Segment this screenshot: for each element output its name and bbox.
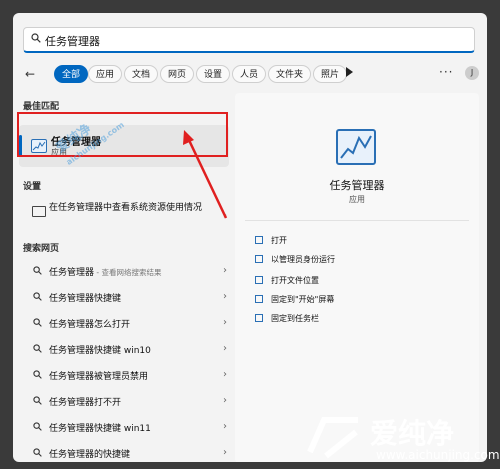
best-match-heading: 最佳匹配	[23, 102, 60, 112]
chevron-right-icon[interactable]: ›	[223, 395, 227, 406]
search-icon	[31, 33, 41, 43]
chevron-right-icon[interactable]: ›	[223, 291, 227, 302]
web-search-heading: 搜索网页	[23, 244, 60, 254]
search-icon	[33, 396, 42, 405]
web-result-item[interactable]: 任务管理器快捷键 win11 ›	[19, 417, 229, 439]
back-arrow-icon[interactable]: ←	[25, 67, 35, 81]
chevron-right-icon[interactable]: ›	[223, 265, 227, 276]
search-icon	[33, 318, 42, 327]
divider	[245, 220, 469, 221]
web-result-label: 任务管理器快捷键 win11	[49, 424, 151, 434]
detail-subtitle: 应用	[349, 195, 365, 204]
search-icon	[33, 370, 42, 379]
chevron-right-icon[interactable]: ›	[223, 343, 227, 354]
filter-folders[interactable]: 文件夹	[268, 65, 312, 83]
annotation-arrow	[183, 130, 228, 219]
search-icon	[33, 266, 42, 275]
avatar[interactable]: J	[465, 66, 479, 80]
brand-logo-icon	[307, 417, 358, 459]
web-result-item[interactable]: 任务管理器快捷键 ›	[19, 287, 229, 309]
more-options-icon[interactable]: ···	[439, 65, 453, 79]
watermark-logo: 爱纯净 www.aichunjing.com	[300, 408, 500, 466]
search-icon	[33, 344, 42, 353]
search-icon	[33, 422, 42, 431]
filter-apps[interactable]: 应用	[88, 65, 123, 83]
shield-icon	[255, 255, 263, 263]
search-box[interactable]: 任务管理器	[23, 27, 475, 53]
start-search-panel: 任务管理器 ← 全部 应用 文档 网页 设置 人员 文件夹 照片 ··· J 最…	[13, 13, 487, 462]
watermark-url: www.aichunjing.com	[376, 448, 500, 462]
web-result-label: 任务管理器被管理员禁用	[49, 372, 149, 382]
folder-icon	[255, 276, 263, 284]
search-input[interactable]: 任务管理器	[45, 33, 100, 49]
filter-documents[interactable]: 文档	[124, 65, 159, 83]
filter-web[interactable]: 网页	[160, 65, 195, 83]
web-result-label: 任务管理器快捷键	[49, 294, 122, 304]
web-result-item[interactable]: 任务管理器 - 查看网络搜索结果 ›	[19, 261, 229, 283]
chevron-right-icon[interactable]: ›	[223, 369, 227, 380]
filter-photos[interactable]: 照片	[313, 65, 348, 83]
more-filters-play-icon[interactable]	[346, 67, 353, 77]
search-icon	[33, 292, 42, 301]
settings-heading: 设置	[23, 182, 42, 192]
web-result-item[interactable]: 任务管理器打不开 ›	[19, 391, 229, 413]
web-result-label: 任务管理器快捷键 win10	[49, 346, 151, 356]
filter-people[interactable]: 人员	[232, 65, 267, 83]
monitor-icon	[32, 206, 46, 217]
search-icon	[33, 448, 42, 457]
filter-bar: ← 全部 应用 文档 网页 设置 人员 文件夹 照片 ··· J	[21, 65, 481, 85]
chevron-right-icon[interactable]: ›	[223, 317, 227, 328]
pin-icon	[255, 295, 263, 303]
web-result-item[interactable]: 任务管理器快捷键 win10 ›	[19, 339, 229, 361]
web-result-label: 任务管理器的快捷键	[49, 450, 131, 460]
filter-all[interactable]: 全部	[54, 65, 89, 83]
web-result-item[interactable]: 任务管理器的快捷键 ›	[19, 443, 229, 462]
detail-pane: 任务管理器 应用 打开 以管理员身份运行 打开文件位置 固定到"开始"屏幕 固定…	[235, 93, 479, 462]
detail-title: 任务管理器	[329, 179, 385, 192]
web-result-label: 任务管理器怎么打开	[49, 320, 131, 330]
chevron-right-icon[interactable]: ›	[223, 421, 227, 432]
watermark-brand: 爱纯净	[370, 417, 455, 450]
pin-icon	[255, 314, 263, 322]
task-manager-large-icon	[336, 129, 376, 165]
open-icon	[255, 236, 263, 244]
web-result-item[interactable]: 任务管理器怎么打开 ›	[19, 313, 229, 335]
filter-settings[interactable]: 设置	[196, 65, 231, 83]
web-result-label: 任务管理器打不开	[49, 398, 122, 408]
chevron-right-icon[interactable]: ›	[223, 447, 227, 458]
web-result-label: 任务管理器 - 查看网络搜索结果	[49, 268, 162, 278]
web-result-item[interactable]: 任务管理器被管理员禁用 ›	[19, 365, 229, 387]
